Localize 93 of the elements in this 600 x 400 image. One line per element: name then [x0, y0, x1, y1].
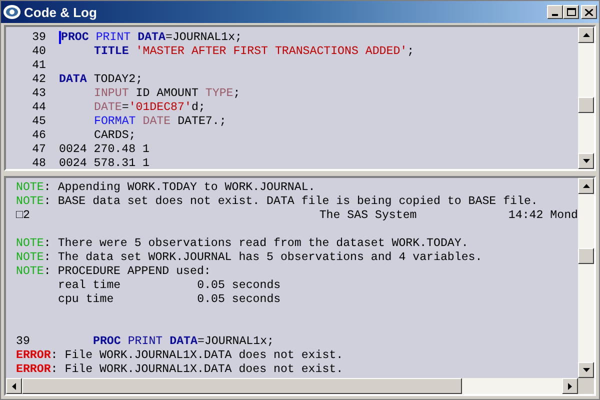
code-token: ID AMOUNT: [134, 87, 198, 101]
log-colon: :: [50, 363, 58, 377]
up-arrow-icon: [582, 33, 590, 37]
scroll-right-button[interactable]: [562, 378, 578, 394]
code-token: 0024 270.48 1: [59, 143, 150, 157]
scroll-up-button[interactable]: [578, 27, 594, 43]
note-label: NOTE: [16, 181, 44, 195]
line-number: 43: [31, 87, 46, 101]
code-token: 0024 578.31 1: [59, 157, 150, 169]
log-colon: :: [44, 181, 51, 195]
line-number: 39: [31, 31, 46, 45]
line-number: 41: [31, 59, 46, 73]
code-token: d;: [191, 101, 206, 115]
app-eye-icon: [3, 4, 21, 20]
line-number: 42: [31, 73, 46, 87]
vertical-scrollbar[interactable]: [578, 178, 594, 378]
line-number: 47: [31, 143, 46, 157]
code-token: DATE: [142, 115, 171, 129]
scroll-down-button[interactable]: [578, 362, 594, 378]
scroll-up-button[interactable]: [578, 178, 594, 194]
code-token: DATE7.;: [176, 115, 226, 129]
code-token: DATE: [94, 101, 122, 115]
right-arrow-icon: [568, 382, 572, 390]
scroll-thumb[interactable]: [578, 248, 594, 264]
up-arrow-icon: [582, 184, 590, 188]
left-arrow-icon: [12, 382, 16, 390]
vertical-scrollbar[interactable]: [578, 27, 594, 169]
window-title: Code & Log: [24, 6, 97, 18]
note-label: NOTE: [16, 237, 44, 251]
maximize-icon: [566, 8, 576, 16]
maximize-button[interactable]: [563, 5, 579, 19]
close-button[interactable]: [581, 5, 597, 19]
close-icon: [585, 8, 593, 16]
line-number: 44: [31, 101, 46, 115]
page-time: 14:42 Mond: [508, 209, 578, 223]
code-token: PRINT: [126, 335, 163, 349]
text-cursor: [59, 31, 61, 44]
code-token: DATA: [168, 335, 198, 349]
code-token: INPUT: [94, 87, 129, 101]
down-arrow-icon: [582, 159, 590, 163]
log-message: BASE data set does not exist. DATA file is being copied to BASE file.: [58, 195, 538, 209]
scroll-thumb[interactable]: [22, 378, 462, 394]
horizontal-scrollbar[interactable]: [6, 378, 594, 394]
note-label: NOTE: [16, 265, 44, 279]
code-token: FORMAT: [94, 115, 136, 129]
page-title: The SAS System: [319, 209, 418, 223]
log-message: File WORK.JOURNAL1X.DATA does not exist.: [64, 349, 344, 363]
code-token: DATA: [136, 31, 166, 45]
code-editor[interactable]: [4, 25, 596, 171]
line-number: 40: [31, 45, 46, 59]
code-token: '01DEC87': [128, 101, 192, 115]
down-arrow-icon: [582, 368, 590, 372]
note-label: NOTE: [16, 195, 44, 209]
log-message: There were 5 observations read from the dataset WORK.TODAY.: [58, 237, 468, 251]
log-message: The data set WORK.JOURNAL has 5 observations and 4 variables.: [58, 251, 482, 265]
log-message: PROCEDURE APPEND used:: [58, 265, 211, 279]
line-number: 45: [31, 115, 46, 129]
log-message: File WORK.JOURNAL1X.DATA does not exist.: [64, 363, 344, 377]
log-colon: :: [44, 251, 51, 265]
code-token: ;: [407, 45, 414, 59]
code-token: PROC: [93, 335, 121, 349]
scroll-thumb[interactable]: [578, 97, 594, 113]
minimize-button[interactable]: [547, 5, 563, 19]
scroll-down-button[interactable]: [578, 153, 594, 169]
code-token: =JOURNAL1x;: [165, 31, 242, 45]
size-grip: [578, 378, 594, 394]
line-number: 46: [31, 129, 46, 143]
error-label: ERROR: [16, 349, 51, 363]
line-number: 39: [16, 335, 31, 349]
log-colon: :: [44, 265, 51, 279]
code-token: ;: [233, 87, 240, 101]
log-colon: :: [44, 195, 51, 209]
code-token: PROC: [61, 31, 89, 45]
code-token: =JOURNAL1x;: [197, 335, 274, 349]
page-number: □2: [16, 209, 31, 223]
log-colon: :: [44, 237, 51, 251]
minimize-icon: [552, 14, 558, 16]
line-number: 48: [31, 157, 46, 169]
log-colon: :: [50, 349, 58, 363]
code-token: PRINT: [94, 31, 131, 45]
log-message: Appending WORK.TODAY to WORK.JOURNAL.: [58, 181, 316, 195]
code-token: TODAY2;: [92, 73, 143, 87]
code-token: TYPE: [204, 87, 234, 101]
code-token: TITLE: [94, 45, 129, 59]
code-token: =: [122, 101, 129, 115]
code-token: DATA: [59, 73, 87, 87]
log-detail: cpu time 0.05 seconds: [58, 293, 281, 307]
scroll-left-button[interactable]: [6, 378, 22, 394]
code-token: 'MASTER AFTER FIRST TRANSACTIONS ADDED': [134, 45, 408, 59]
log-detail: real time 0.05 seconds: [58, 279, 281, 293]
code-token: CARDS;: [94, 129, 136, 143]
note-label: NOTE: [16, 251, 44, 265]
error-label: ERROR: [16, 363, 51, 377]
